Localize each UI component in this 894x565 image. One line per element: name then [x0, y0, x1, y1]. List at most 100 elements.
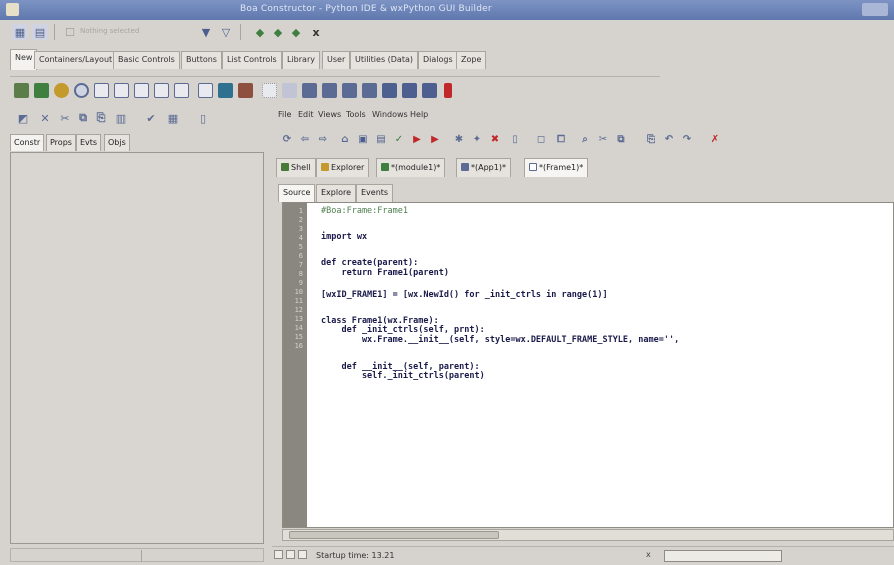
scrollbar-thumb[interactable]: [289, 531, 499, 539]
window-close-button[interactable]: [862, 3, 888, 16]
component-icon[interactable]: ◆: [270, 24, 286, 40]
tab-evts[interactable]: Evts: [76, 134, 102, 151]
new-package-icon[interactable]: [54, 83, 69, 98]
find-icon[interactable]: ⌕: [578, 132, 592, 146]
new-popup-icon[interactable]: [238, 83, 253, 98]
select-checkbox-icon[interactable]: ☐: [64, 24, 76, 40]
refresh-icon[interactable]: ⟳: [280, 132, 294, 146]
tab-props[interactable]: Props: [46, 134, 76, 151]
code-line: self._init_ctrls(parent): [321, 371, 485, 381]
new-module-icon[interactable]: [34, 83, 49, 98]
menu-tools[interactable]: Tools: [346, 110, 366, 119]
new-panel-icon[interactable]: [218, 83, 233, 98]
run-icon[interactable]: ▶: [410, 132, 424, 146]
cut-icon[interactable]: ✂: [58, 111, 72, 125]
run-app-icon[interactable]: ▶: [428, 132, 442, 146]
new-image-icon[interactable]: [282, 83, 297, 98]
new-text-file-icon[interactable]: [402, 83, 417, 98]
back-icon[interactable]: ⇦: [298, 132, 312, 146]
palette-tab-utilities[interactable]: Utilities (Data): [350, 51, 418, 69]
cut-icon[interactable]: ✂: [596, 132, 610, 146]
new-bitmap-icon[interactable]: [422, 83, 437, 98]
source-code-editor[interactable]: 1 2 3 4 5 6 7 8 9 10 11 12 13 14 15 16 #…: [282, 202, 894, 528]
sizer-icon[interactable]: ▦: [166, 111, 180, 125]
help-icon[interactable]: ▯: [196, 111, 210, 125]
palette-tab-list-controls[interactable]: List Controls: [222, 51, 282, 69]
new-frame-icon[interactable]: [114, 83, 129, 98]
menu-help[interactable]: Help: [410, 110, 428, 119]
open-icon[interactable]: ⌂: [338, 132, 352, 146]
editor-menubar: File Edit Views Tools Windows Help: [272, 108, 894, 124]
stop-icon[interactable]: ✖: [488, 132, 502, 146]
tab-events[interactable]: Events: [356, 184, 394, 202]
editor-icon[interactable]: ▤: [32, 24, 48, 40]
new-minif-frame-icon[interactable]: [154, 83, 169, 98]
filter-icon[interactable]: ▼: [198, 24, 214, 40]
save-icon[interactable]: ▣: [356, 132, 370, 146]
palette-tab-zope[interactable]: Zope: [456, 51, 487, 69]
breakpoint-icon[interactable]: ✦: [470, 132, 484, 146]
tab-constr[interactable]: Constr: [10, 134, 45, 151]
component-icon[interactable]: ◆: [252, 24, 268, 40]
inspector-body[interactable]: [10, 152, 264, 544]
paste-icon[interactable]: ⎘: [644, 132, 658, 146]
line-number: 12: [294, 306, 303, 314]
palette-tab-basic-controls[interactable]: Basic Controls: [113, 51, 180, 69]
new-xml-icon[interactable]: [322, 83, 337, 98]
refresh-icon[interactable]: ▥: [114, 111, 128, 125]
frame-designer-icon[interactable]: ⧠: [554, 132, 568, 146]
menu-views[interactable]: Views: [318, 110, 341, 119]
menu-windows[interactable]: Windows: [372, 110, 408, 119]
menu-file[interactable]: File: [278, 110, 291, 119]
check-icon[interactable]: ✔: [144, 111, 158, 125]
new-dialog-icon[interactable]: [134, 83, 149, 98]
tab-source[interactable]: Source: [278, 184, 316, 202]
debug-icon[interactable]: ✱: [452, 132, 466, 146]
window-title: Boa Constructor - Python IDE & wxPython …: [240, 4, 492, 14]
new-wizard-icon[interactable]: [198, 83, 213, 98]
line-number: 10: [294, 288, 303, 296]
tab-app1[interactable]: *(App1)*: [456, 158, 511, 177]
new-config-icon[interactable]: [362, 83, 377, 98]
new-cpp-icon[interactable]: [342, 83, 357, 98]
palette-tab-dialogs[interactable]: Dialogs: [418, 51, 458, 69]
new-mdi-frame-icon[interactable]: [174, 83, 189, 98]
menu-edit[interactable]: Edit: [298, 110, 314, 119]
close-icon[interactable]: ✗: [708, 132, 722, 146]
copy-icon[interactable]: ⧉: [614, 132, 628, 146]
tab-explorer[interactable]: Explorer: [316, 158, 370, 177]
prev-icon[interactable]: ◩: [16, 111, 30, 125]
save-as-icon[interactable]: ▤: [374, 132, 388, 146]
new-text-icon[interactable]: [94, 83, 109, 98]
redo-icon[interactable]: ↷: [680, 132, 694, 146]
undo-icon[interactable]: ↶: [662, 132, 676, 146]
new-py-icon[interactable]: [382, 83, 397, 98]
component-icon[interactable]: ◆: [288, 24, 304, 40]
new-app-icon[interactable]: [14, 83, 29, 98]
copy-icon[interactable]: ⧉: [76, 111, 90, 125]
paste-icon[interactable]: ⎘: [94, 111, 108, 125]
tab-frame1[interactable]: *(Frame1)*: [524, 158, 589, 177]
forward-icon[interactable]: ⇨: [316, 132, 330, 146]
new-setup-icon[interactable]: [74, 83, 89, 98]
inspector-icon[interactable]: ▦: [12, 24, 28, 40]
tab-explore[interactable]: Explore: [316, 184, 357, 202]
palette-tab-user[interactable]: User: [322, 51, 351, 69]
palette-tab-library[interactable]: Library: [282, 51, 320, 69]
close-icon[interactable]: x: [308, 24, 324, 40]
horizontal-scrollbar[interactable]: [282, 529, 894, 541]
new-pyapp-icon[interactable]: [262, 83, 277, 98]
filter-clear-icon[interactable]: ▽: [218, 24, 234, 40]
delete-icon[interactable]: ✕: [38, 111, 52, 125]
palette-tab-buttons[interactable]: Buttons: [181, 51, 222, 69]
palette-tab-containers[interactable]: Containers/Layout: [34, 51, 118, 69]
designer-icon[interactable]: ◻: [534, 132, 548, 146]
tab-objs[interactable]: Objs: [104, 134, 130, 151]
check-source-icon[interactable]: ✓: [392, 132, 406, 146]
new-html-icon[interactable]: [302, 83, 317, 98]
profile-icon[interactable]: ▯: [508, 132, 522, 146]
explorer-icon: [321, 163, 329, 171]
tab-module1[interactable]: *(module1)*: [376, 158, 446, 177]
new-zope-icon[interactable]: [444, 83, 452, 98]
tab-shell[interactable]: Shell: [276, 158, 316, 177]
